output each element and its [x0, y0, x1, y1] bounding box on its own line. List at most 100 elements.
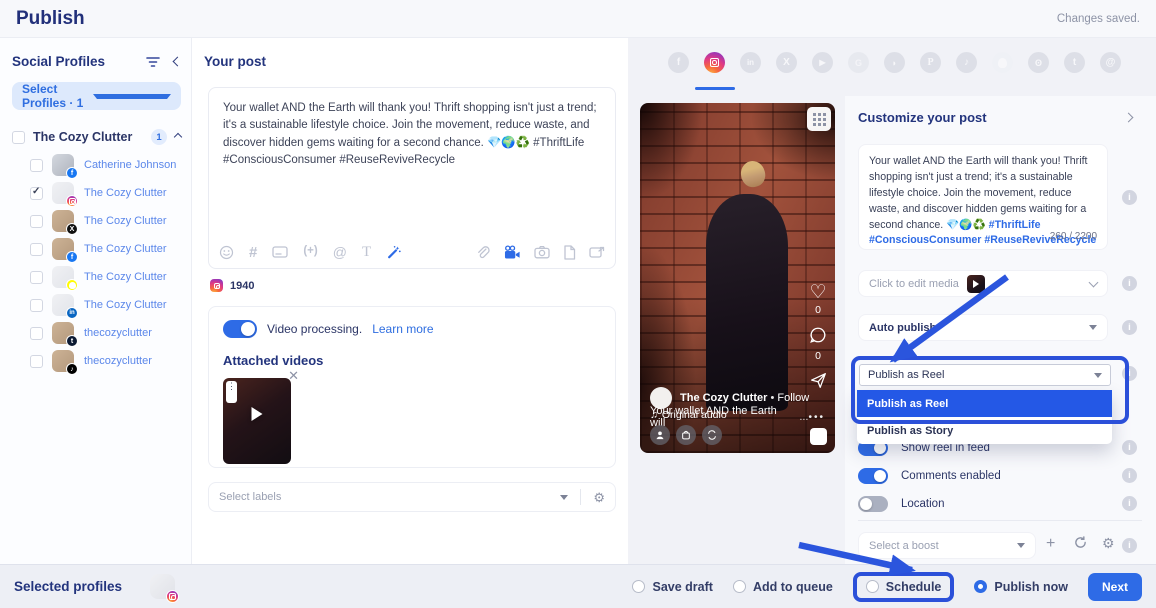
info-icon[interactable]: i	[1122, 468, 1137, 483]
info-icon[interactable]: i	[1122, 320, 1137, 335]
select-labels-field[interactable]: Select labels ⚙	[208, 482, 616, 512]
file-icon[interactable]	[563, 245, 576, 260]
menu-option-reel[interactable]: Publish as Reel	[857, 390, 1112, 417]
publish-page: Publish Changes saved. Social Profiles S…	[0, 0, 1156, 608]
mention-icon[interactable]: @	[333, 245, 347, 259]
profile-row[interactable]: f The Cozy Clutter	[12, 235, 181, 263]
chevron-down-icon	[93, 94, 172, 99]
profile-checkbox[interactable]	[30, 299, 43, 312]
post-text[interactable]: Your wallet AND the Earth will thank you…	[209, 88, 615, 182]
instagram-icon	[66, 195, 78, 207]
save-draft-radio[interactable]: Save draft	[632, 580, 712, 594]
profile-row[interactable]: t thecozyclutter	[12, 319, 181, 347]
info-icon[interactable]: i	[1122, 276, 1137, 291]
profile-group-header[interactable]: The Cozy Clutter 1	[12, 129, 181, 145]
ai-wand-icon[interactable]	[386, 244, 402, 260]
publish-now-radio[interactable]: Publish now	[974, 580, 1068, 594]
profile-row[interactable]: The Cozy Clutter	[12, 179, 181, 207]
collapse-group-icon[interactable]	[174, 133, 182, 141]
post-editor-panel: Your post Your wallet AND the Earth will…	[192, 38, 628, 564]
info-icon[interactable]: i	[1122, 190, 1137, 205]
remix-icon	[702, 425, 722, 445]
video-icon[interactable]	[503, 245, 521, 260]
text-format-icon[interactable]: T	[362, 245, 371, 260]
profile-checkbox[interactable]	[30, 159, 43, 172]
profile-row[interactable]: in The Cozy Clutter	[12, 291, 181, 319]
annotation-highlight-box: Schedule	[853, 572, 955, 602]
snippet-icon[interactable]: (+)	[303, 246, 317, 258]
filter-icon[interactable]	[146, 56, 160, 68]
chevron-down-icon	[560, 495, 568, 500]
labels-settings-gear-icon[interactable]: ⚙	[593, 491, 605, 504]
add-to-queue-radio[interactable]: Add to queue	[733, 580, 833, 594]
group-checkbox[interactable]	[12, 131, 25, 144]
location-toggle[interactable]	[858, 496, 888, 512]
profile-row[interactable]: The Cozy Clutter	[12, 263, 181, 291]
refresh-icon[interactable]	[1074, 536, 1087, 551]
character-count: 1940	[230, 280, 254, 292]
info-icon[interactable]: i	[1122, 496, 1137, 511]
profile-checkbox[interactable]	[30, 215, 43, 228]
profile-checkbox[interactable]	[30, 271, 43, 284]
customize-post-text[interactable]: Your wallet AND the Earth will thank you…	[858, 144, 1108, 250]
video-processing-toggle[interactable]	[223, 320, 257, 338]
info-icon[interactable]: i	[1122, 538, 1137, 553]
play-icon[interactable]	[252, 407, 263, 421]
profile-checkbox[interactable]	[30, 243, 43, 256]
select-profiles-dropdown[interactable]: Select Profiles · 1	[12, 82, 181, 110]
collapse-panel-icon[interactable]	[1124, 113, 1134, 123]
hashtag-icon[interactable]: #	[249, 245, 257, 260]
learn-more-link[interactable]: Learn more	[372, 322, 433, 336]
like-icon: ♡	[806, 283, 830, 302]
profile-checkbox[interactable]	[30, 355, 43, 368]
snapchat-icon	[66, 279, 78, 291]
follow-button: Follow	[777, 392, 809, 404]
sidebar-title: Social Profiles	[12, 54, 146, 69]
link-icon[interactable]	[475, 245, 490, 260]
camera-icon[interactable]	[534, 245, 550, 259]
schedule-radio[interactable]: Schedule	[866, 580, 942, 594]
avatar: f	[52, 238, 74, 260]
comment-icon	[806, 326, 830, 348]
chevron-down-icon	[1017, 543, 1025, 548]
like-count: 0	[806, 304, 830, 316]
reel-photo-person	[706, 194, 788, 411]
publish-type-select[interactable]: Publish as Reel	[859, 364, 1111, 386]
selected-count-badge: 1	[151, 129, 167, 145]
info-icon[interactable]: i	[1122, 440, 1137, 455]
plus-icon[interactable]: +	[1046, 536, 1055, 552]
info-icon[interactable]: i	[1122, 366, 1137, 381]
edit-media-field[interactable]: Click to edit media	[858, 270, 1108, 297]
menu-option-story[interactable]: Publish as Story	[857, 417, 1112, 444]
comments-toggle[interactable]	[858, 468, 888, 484]
tumblr-icon: t	[66, 335, 78, 347]
comments-row: Comments enabled	[858, 466, 1001, 486]
location-row: Location	[858, 494, 944, 514]
attached-video-thumbnail[interactable]: ⋮ ✕	[223, 378, 291, 464]
media-library-icon[interactable]	[589, 245, 605, 260]
emoji-icon[interactable]	[219, 245, 234, 260]
attached-videos-title: Attached videos	[223, 353, 601, 368]
profile-row[interactable]: X The Cozy Clutter	[12, 207, 181, 235]
post-text-editor[interactable]: Your wallet AND the Earth will thank you…	[208, 87, 616, 269]
remove-video-icon[interactable]: ✕	[288, 368, 299, 384]
next-button[interactable]: Next	[1088, 573, 1142, 601]
auto-publish-dropdown[interactable]: Auto publish	[858, 314, 1108, 341]
video-menu-icon[interactable]: ⋮	[226, 381, 237, 403]
avatar: in	[52, 294, 74, 316]
profile-checkbox[interactable]	[30, 187, 43, 200]
grid-view-icon[interactable]	[807, 107, 831, 131]
profile-checkbox[interactable]	[30, 327, 43, 340]
select-boost-dropdown[interactable]: Select a boost	[858, 532, 1036, 559]
x-icon: X	[66, 223, 78, 235]
select-labels-placeholder: Select labels	[219, 491, 560, 503]
video-processing-label: Video processing.	[267, 322, 362, 336]
social-profiles-sidebar: Social Profiles Select Profiles · 1 The …	[0, 38, 192, 564]
gear-icon[interactable]: ⚙	[1102, 536, 1115, 550]
comment-count: 0	[806, 350, 830, 362]
profile-row[interactable]: f Catherine Johnson	[12, 151, 181, 179]
collapse-sidebar-icon[interactable]	[173, 57, 183, 67]
template-icon[interactable]	[272, 245, 288, 259]
avatar: f	[52, 154, 74, 176]
profile-row[interactable]: ♪ thecozyclutter	[12, 347, 181, 375]
